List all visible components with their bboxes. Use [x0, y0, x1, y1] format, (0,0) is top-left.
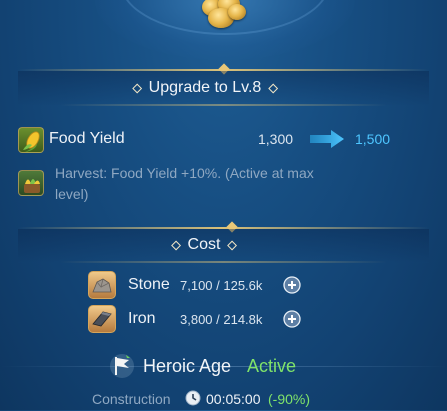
diamond-left-icon [132, 83, 143, 93]
cost-header: Cost [171, 236, 237, 254]
clock-icon [185, 390, 201, 406]
add-iron-plus-icon[interactable] [283, 310, 301, 328]
upgrade-header: Upgrade to Lv.8 [132, 79, 278, 97]
diamond-right-icon [267, 83, 278, 93]
cost-header-label: Cost [187, 236, 221, 253]
heroic-age-status: Active [247, 356, 297, 376]
food-resource-pile-icon [200, 0, 250, 30]
stone-amount: 7,100 / 125.6k [180, 278, 263, 293]
food-yield-current: 1,300 [258, 131, 294, 147]
add-stone-plus-icon[interactable] [283, 276, 301, 294]
diamond-right-icon [227, 240, 237, 250]
food-yield-label: Food Yield [49, 130, 125, 147]
food-yield-next: 1,500 [355, 131, 391, 147]
diamond-left-icon [171, 240, 181, 250]
cost-header-bottom-line [60, 261, 387, 263]
construction-time: 00:05:00 [206, 391, 261, 407]
construction-label: Construction [92, 391, 171, 407]
harvest-bonus-line2: level) [55, 186, 89, 202]
harvest-bonus-line1: Harvest: Food Yield +10%. (Active at max [55, 165, 314, 181]
iron-icon [88, 305, 116, 333]
upgrade-header-label: Upgrade to Lv.8 [148, 79, 262, 96]
heroic-age-title: Heroic Age [143, 356, 232, 376]
harvest-icon [18, 170, 44, 196]
upgrade-header-bottom-line [60, 104, 387, 106]
construction-discount: (-90%) [268, 391, 311, 407]
heroic-flag-icon [109, 353, 135, 379]
iron-label: Iron [128, 310, 156, 327]
corn-icon [18, 127, 44, 153]
iron-amount: 3,800 / 214.8k [180, 312, 263, 327]
stone-label: Stone [128, 276, 170, 293]
arrow-right-icon [309, 129, 345, 149]
stone-icon [88, 271, 116, 299]
